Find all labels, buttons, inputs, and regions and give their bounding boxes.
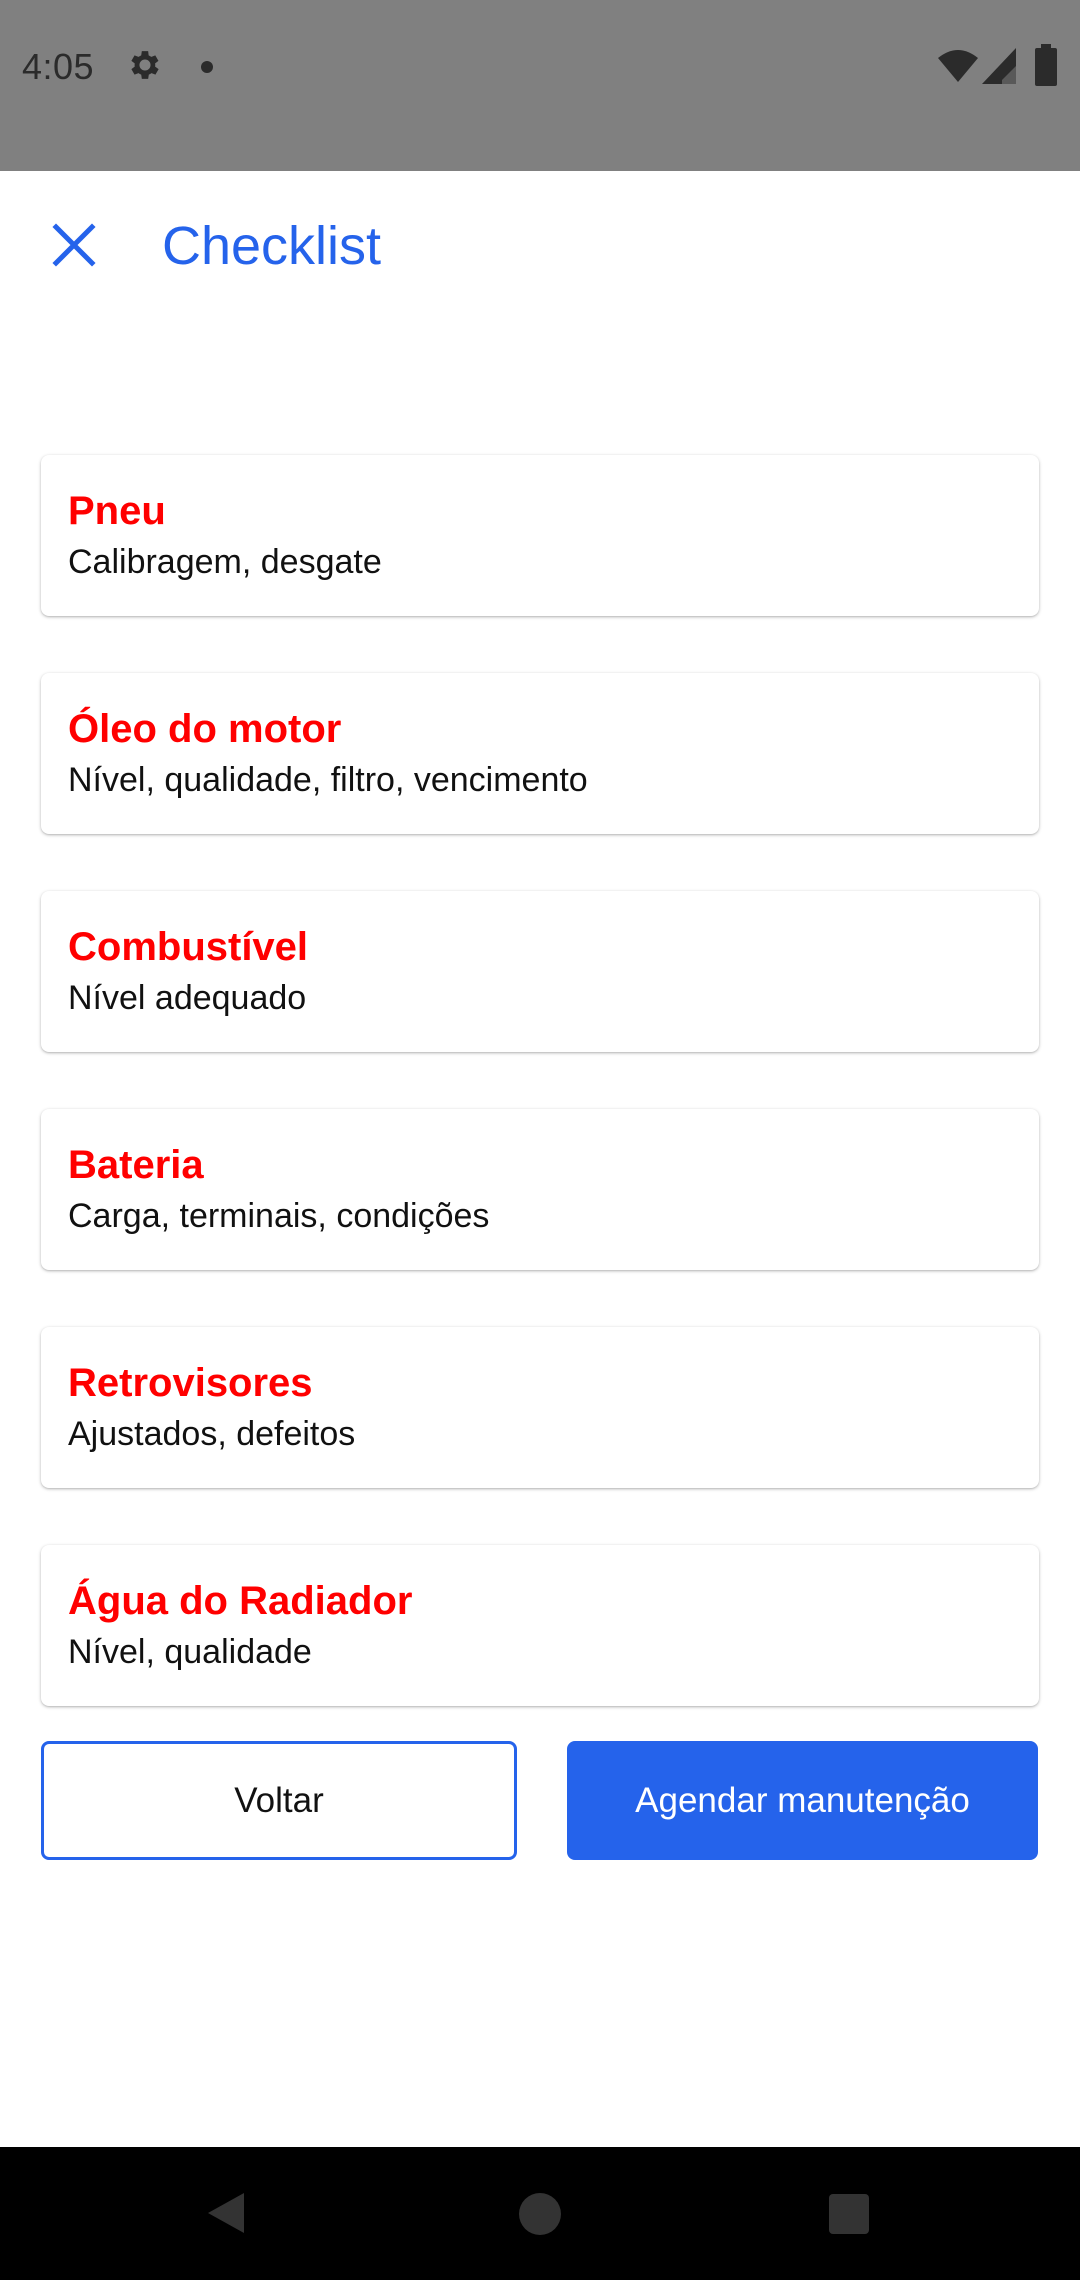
checklist-item-pneu[interactable]: Pneu Calibragem, desgate	[41, 455, 1039, 616]
status-time: 4:05	[22, 46, 95, 87]
checklist-item-subtitle: Nível, qualidade, filtro, vencimento	[68, 761, 588, 799]
checklist-item-subtitle: Ajustados, defeitos	[68, 1415, 356, 1453]
system-nav-bar	[0, 2147, 1080, 2280]
status-bar: 4:05	[0, 0, 1080, 171]
wifi-icon	[938, 50, 978, 82]
checklist-item-subtitle: Carga, terminais, condições	[68, 1197, 490, 1235]
checklist-item-agua-do-radiador[interactable]: Água do Radiador Nível, qualidade	[41, 1545, 1039, 1706]
checklist-item-title: Bateria	[68, 1143, 204, 1187]
home-circle-icon[interactable]	[519, 2193, 561, 2235]
back-triangle-icon[interactable]	[206, 2191, 246, 2235]
close-icon	[52, 223, 96, 267]
checklist-item-combustivel[interactable]: Combustível Nível adequado	[41, 891, 1039, 1052]
close-button[interactable]	[38, 209, 110, 281]
checklist-item-subtitle: Nível, qualidade	[68, 1633, 312, 1671]
checklist-item-title: Água do Radiador	[68, 1579, 413, 1623]
checklist-item-title: Retrovisores	[68, 1361, 313, 1405]
back-button[interactable]: Voltar	[41, 1741, 517, 1860]
checklist-item-subtitle: Nível adequado	[68, 979, 307, 1017]
app-bar: Checklist	[0, 171, 1080, 331]
schedule-maintenance-button[interactable]: Agendar manutenção	[567, 1741, 1038, 1860]
checklist-item-bateria[interactable]: Bateria Carga, terminais, condições	[41, 1109, 1039, 1270]
checklist: Pneu Calibragem, desgate Óleo do motor N…	[41, 455, 1039, 1763]
notification-dot-icon	[201, 61, 213, 73]
checklist-item-subtitle: Calibragem, desgate	[68, 543, 382, 581]
checklist-item-title: Combustível	[68, 925, 309, 969]
checklist-item-retrovisores[interactable]: Retrovisores Ajustados, defeitos	[41, 1327, 1039, 1488]
recents-square-icon[interactable]	[829, 2194, 869, 2234]
page-title: Checklist	[162, 216, 382, 276]
signal-icon	[982, 48, 1016, 84]
checklist-item-oleo-do-motor[interactable]: Óleo do motor Nível, qualidade, filtro, …	[41, 673, 1039, 834]
checklist-item-title: Óleo do motor	[68, 707, 342, 751]
checklist-item-title: Pneu	[68, 489, 166, 533]
gear-icon	[131, 51, 159, 79]
battery-icon	[1035, 44, 1057, 86]
